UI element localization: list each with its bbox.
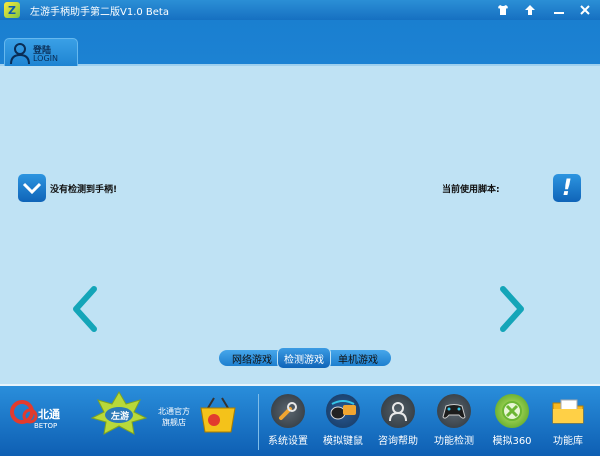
upgrade-button[interactable]	[517, 0, 543, 20]
betop-cn: 北通	[38, 408, 60, 421]
close-button[interactable]	[572, 0, 598, 20]
wrench-icon	[271, 394, 305, 428]
gamepad-icon	[437, 394, 471, 428]
betop-en: BETOP	[34, 422, 58, 430]
close-icon	[580, 5, 590, 15]
app-logo-icon: Z	[4, 2, 20, 18]
store-line1: 北通官方	[158, 407, 190, 416]
controller-status: 没有检测到手柄!	[18, 174, 117, 202]
shopping-basket-icon[interactable]	[198, 396, 238, 434]
function-library-button[interactable]: 功能库	[540, 394, 596, 454]
emulate-360-button[interactable]: 模拟360	[484, 394, 540, 454]
tool-label: 模拟键鼠	[323, 436, 363, 447]
shirt-icon	[498, 5, 508, 15]
tool-label: 咨询帮助	[378, 436, 418, 447]
store-line2: 旗舰店	[162, 418, 186, 427]
tool-label: 功能检测	[434, 436, 474, 447]
minimize-button[interactable]	[546, 0, 572, 20]
next-arrow-icon[interactable]	[497, 286, 527, 332]
official-store-text[interactable]: 北通官方 旗舰店	[158, 406, 198, 432]
xbox360-icon	[495, 394, 529, 428]
tool-label: 功能库	[553, 436, 583, 447]
tab-detect-games[interactable]: 检测游戏	[277, 347, 331, 369]
bottom-toolbar: 北通 BETOP 左游 北通官方 旗舰店 系统设置 模拟键鼠 咨询帮助 功能检测…	[0, 384, 600, 456]
folder-icon	[551, 394, 585, 428]
tool-label: 系统设置	[268, 436, 308, 447]
current-script-label: 当前使用脚本:	[442, 185, 500, 195]
controller-status-text: 没有检测到手柄!	[50, 184, 118, 195]
tab-online-games[interactable]: 网络游戏	[225, 350, 279, 366]
zuoyou-text: 左游	[111, 412, 130, 422]
header-bar: 登陆 LOGIN	[0, 20, 600, 66]
function-test-button[interactable]: 功能检测	[426, 394, 482, 454]
check-icon	[18, 174, 46, 202]
skin-button[interactable]	[490, 0, 516, 20]
tab-single-games[interactable]: 单机游戏	[331, 350, 385, 366]
zuoyou-logo[interactable]: 左游	[88, 390, 150, 438]
login-tab[interactable]: 登陆 LOGIN	[4, 38, 78, 66]
tool-label: 模拟360	[492, 436, 532, 447]
main-panel: 没有检测到手柄! 当前使用脚本: ! 网络游戏 检测游戏 单机游戏	[0, 66, 600, 384]
betop-logo[interactable]: 北通 BETOP	[10, 396, 72, 436]
help-consult-button[interactable]: 咨询帮助	[370, 394, 426, 454]
mode-tabs: 网络游戏 检测游戏 单机游戏	[219, 347, 391, 369]
title-bar: Z 左游手柄助手第二版V1.0 Beta	[0, 0, 600, 20]
window-title: 左游手柄助手第二版V1.0 Beta	[30, 7, 169, 18]
system-settings-button[interactable]: 系统设置	[260, 394, 316, 454]
login-label-en: LOGIN	[33, 54, 59, 63]
arrow-up-icon	[525, 5, 535, 15]
prev-arrow-icon[interactable]	[70, 286, 100, 332]
exclamation-icon[interactable]: !	[553, 174, 581, 202]
support-icon	[381, 394, 415, 428]
user-icon	[10, 43, 30, 64]
emulate-keyboard-mouse-button[interactable]: 模拟键鼠	[315, 394, 371, 454]
minimize-icon	[554, 12, 564, 14]
toolbar-divider	[258, 394, 259, 450]
keyboard-mouse-icon	[326, 394, 360, 428]
